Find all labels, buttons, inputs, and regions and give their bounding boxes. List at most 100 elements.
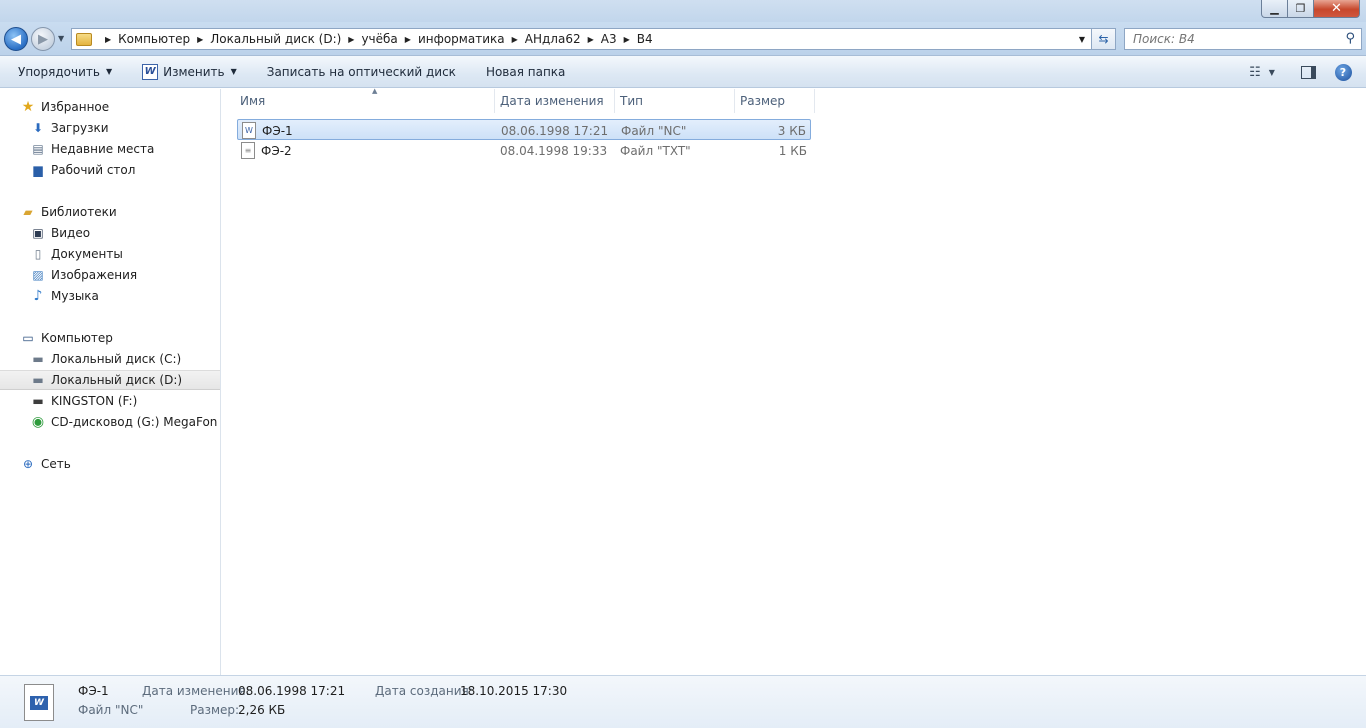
video-icon: ▣ — [32, 226, 44, 240]
breadcrumb-informatics[interactable]: информатика — [418, 32, 505, 46]
preview-pane-button[interactable] — [1295, 60, 1321, 84]
nav-network-label: Сеть — [41, 457, 71, 471]
nav-recent-places[interactable]: ▤ Недавние места — [0, 139, 220, 159]
nav-drive-c-label: Локальный диск (C:) — [51, 352, 182, 366]
new-folder-button[interactable]: Новая папка — [478, 60, 573, 84]
preview-pane-icon — [1300, 65, 1316, 79]
file-size: 3 КБ — [777, 123, 806, 138]
file-row[interactable]: W ФЭ-1 08.06.1998 17:21 Файл "NC" 3 КБ — [237, 119, 811, 140]
sort-ascending-icon: ▲ — [372, 87, 378, 95]
organize-label: Упорядочить — [18, 64, 100, 79]
search-input[interactable] — [1133, 32, 1333, 46]
column-header-size[interactable]: Размер — [735, 89, 815, 113]
address-dropdown-icon[interactable]: ▼ — [1079, 35, 1085, 44]
details-size-value: 2,26 КБ — [238, 703, 286, 717]
column-type-label: Тип — [620, 94, 643, 108]
column-date-label: Дата изменения — [500, 94, 604, 108]
edit-button[interactable]: W Изменить ▼ — [134, 60, 245, 84]
column-header-type[interactable]: Тип — [615, 89, 735, 113]
breadcrumb-drive-d[interactable]: Локальный диск (D:) — [210, 32, 341, 46]
nav-video[interactable]: ▣ Видео — [0, 223, 220, 243]
details-file-name: ФЭ-1 — [78, 684, 109, 698]
search-icon[interactable]: ⚲ — [1345, 31, 1355, 46]
chevron-right-icon[interactable]: ▶ — [405, 35, 411, 44]
nav-documents[interactable]: ▯ Документы — [0, 244, 220, 264]
nav-drive-c[interactable]: ▬ Локальный диск (C:) — [0, 349, 220, 369]
close-button[interactable]: ✕ — [1314, 0, 1360, 18]
organize-button[interactable]: Упорядочить ▼ — [10, 60, 120, 84]
documents-icon: ▯ — [34, 247, 42, 261]
nav-drive-d[interactable]: ▬ Локальный диск (D:) — [0, 370, 220, 390]
chevron-right-icon[interactable]: ▶ — [197, 35, 203, 44]
help-icon: ? — [1334, 63, 1352, 81]
breadcrumb-andla62[interactable]: АНдла62 — [525, 32, 581, 46]
help-button[interactable]: ? — [1330, 60, 1356, 84]
column-header-name[interactable]: ▲ Имя — [235, 87, 495, 113]
refresh-icon: ⇆ — [1098, 32, 1109, 46]
file-name: ФЭ-1 — [262, 123, 293, 138]
chevron-right-icon[interactable]: ▶ — [348, 35, 354, 44]
chevron-down-icon: ▼ — [230, 67, 237, 76]
nav-network[interactable]: ⊕ Сеть — [0, 454, 220, 474]
title-bar: ▁ ❐ ✕ — [0, 0, 1366, 22]
nav-drive-g[interactable]: ◉ CD-дисковод (G:) MegaFon Mo — [0, 412, 220, 432]
nav-drive-g-label: CD-дисковод (G:) MegaFon Mo — [51, 415, 220, 429]
file-list: ▲ Имя Дата изменения Тип Размер W ФЭ-1 0… — [222, 87, 1366, 675]
chevron-down-icon: ▼ — [105, 67, 113, 76]
column-header-date[interactable]: Дата изменения — [495, 89, 615, 113]
nav-pictures-label: Изображения — [51, 268, 138, 282]
file-date: 08.06.1998 17:21 — [501, 123, 609, 138]
computer-icon: ▭ — [22, 331, 34, 345]
pictures-icon: ▨ — [32, 268, 44, 282]
breadcrumb: ▶ Компьютер ▶ Локальный диск (D:) ▶ учёб… — [98, 32, 653, 46]
chevron-right-icon[interactable]: ▶ — [588, 35, 594, 44]
details-modified-label: Дата изменения: — [142, 684, 250, 698]
nav-libraries-label: Библиотеки — [41, 205, 117, 219]
change-view-button[interactable]: ☷ ▼ — [1240, 60, 1284, 84]
search-box[interactable]: ⚲ — [1124, 28, 1362, 50]
network-icon: ⊕ — [22, 457, 34, 471]
nav-libraries[interactable]: ▰ Библиотеки — [0, 202, 220, 222]
command-bar: Упорядочить ▼ W Изменить ▼ Записать на о… — [0, 56, 1366, 88]
file-type: Файл "NC" — [621, 123, 687, 138]
modem-cd-icon: ◉ — [31, 414, 45, 430]
new-folder-label: Новая папка — [485, 64, 566, 79]
nav-downloads[interactable]: ⬇ Загрузки — [0, 118, 220, 138]
nav-favorites[interactable]: ★ Избранное — [0, 97, 220, 117]
breadcrumb-a3[interactable]: А3 — [601, 32, 617, 46]
file-row[interactable]: ≡ ФЭ-2 08.04.1998 19:33 Файл "TXT" 1 КБ — [237, 140, 811, 161]
chevron-right-icon[interactable]: ▶ — [512, 35, 518, 44]
text-file-icon: ≡ — [241, 142, 255, 159]
nav-music-label: Музыка — [51, 289, 99, 303]
nav-music[interactable]: ♪ Музыка — [0, 286, 220, 306]
refresh-button[interactable]: ⇆ — [1092, 28, 1116, 50]
nav-desktop[interactable]: ▆ Рабочий стол — [0, 160, 220, 180]
details-pane: W ФЭ-1 Файл "NC" Дата изменения: 08.06.1… — [0, 675, 1366, 728]
details-created-value: 18.10.2015 17:30 — [460, 684, 568, 698]
maximize-button[interactable]: ❐ — [1288, 0, 1314, 18]
column-size-label: Размер — [740, 94, 786, 108]
chevron-right-icon[interactable]: ▶ — [105, 35, 111, 44]
back-button[interactable]: ◀ — [4, 27, 28, 51]
breadcrumb-study[interactable]: учёба — [361, 32, 397, 46]
chevron-down-icon: ▼ — [58, 34, 65, 43]
burn-button[interactable]: Записать на оптический диск — [259, 60, 464, 84]
address-bar[interactable]: ▶ Компьютер ▶ Локальный диск (D:) ▶ учёб… — [71, 28, 1092, 50]
nav-drive-f[interactable]: ▬ KINGSTON (F:) — [0, 391, 220, 411]
details-modified-value: 08.06.1998 17:21 — [238, 684, 346, 698]
nav-favorites-label: Избранное — [41, 100, 110, 114]
breadcrumb-b4[interactable]: В4 — [637, 32, 653, 46]
chevron-right-icon[interactable]: ▶ — [624, 35, 630, 44]
nav-computer[interactable]: ▭ Компьютер — [0, 328, 220, 348]
minimize-button[interactable]: ▁ — [1261, 0, 1288, 18]
recent-pages-button[interactable]: ▼ — [58, 34, 64, 43]
details-file-type: Файл "NC" — [78, 703, 144, 717]
nav-pictures[interactable]: ▨ Изображения — [0, 265, 220, 285]
wordpad-file-icon: W — [24, 684, 54, 721]
downloads-folder-icon: ⬇ — [32, 121, 44, 135]
hard-drive-icon: ▬ — [32, 373, 44, 387]
forward-button[interactable]: ▶ — [31, 27, 55, 51]
breadcrumb-computer[interactable]: Компьютер — [118, 32, 190, 46]
details-created-label: Дата создания: — [375, 684, 473, 698]
nav-computer-label: Компьютер — [41, 331, 113, 345]
